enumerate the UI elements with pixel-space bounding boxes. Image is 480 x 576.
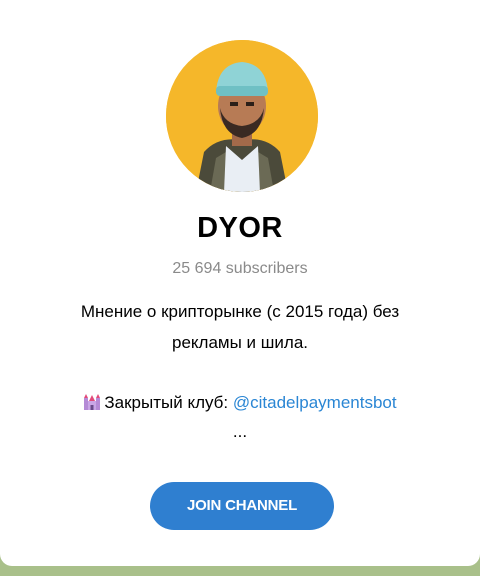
description-line: Мнение о крипторынке (с 2015 года) без	[80, 302, 400, 321]
subscriber-count: 25 694 subscribers	[172, 260, 308, 277]
club-label: Закрытый клуб:	[104, 393, 233, 412]
channel-description: Мнение о крипторынке (с 2015 года) без р…	[40, 296, 440, 358]
more-ellipsis: ...	[232, 422, 248, 441]
description-line: рекламы и шила.	[172, 333, 308, 352]
chat-background	[0, 566, 480, 576]
channel-title: DYOR	[197, 212, 283, 244]
club-bot-link[interactable]: @citadelpaymentsbot	[233, 393, 397, 412]
club-line: Закрытый клуб: @citadelpaymentsbot	[0, 390, 480, 419]
channel-card: DYOR 25 694 subscribers Мнение о криптор…	[0, 0, 480, 566]
castle-icon	[83, 393, 101, 419]
channel-avatar[interactable]	[166, 40, 318, 192]
avatar-photo-icon	[166, 40, 318, 192]
join-channel-button[interactable]: JOIN CHANNEL	[150, 482, 334, 530]
